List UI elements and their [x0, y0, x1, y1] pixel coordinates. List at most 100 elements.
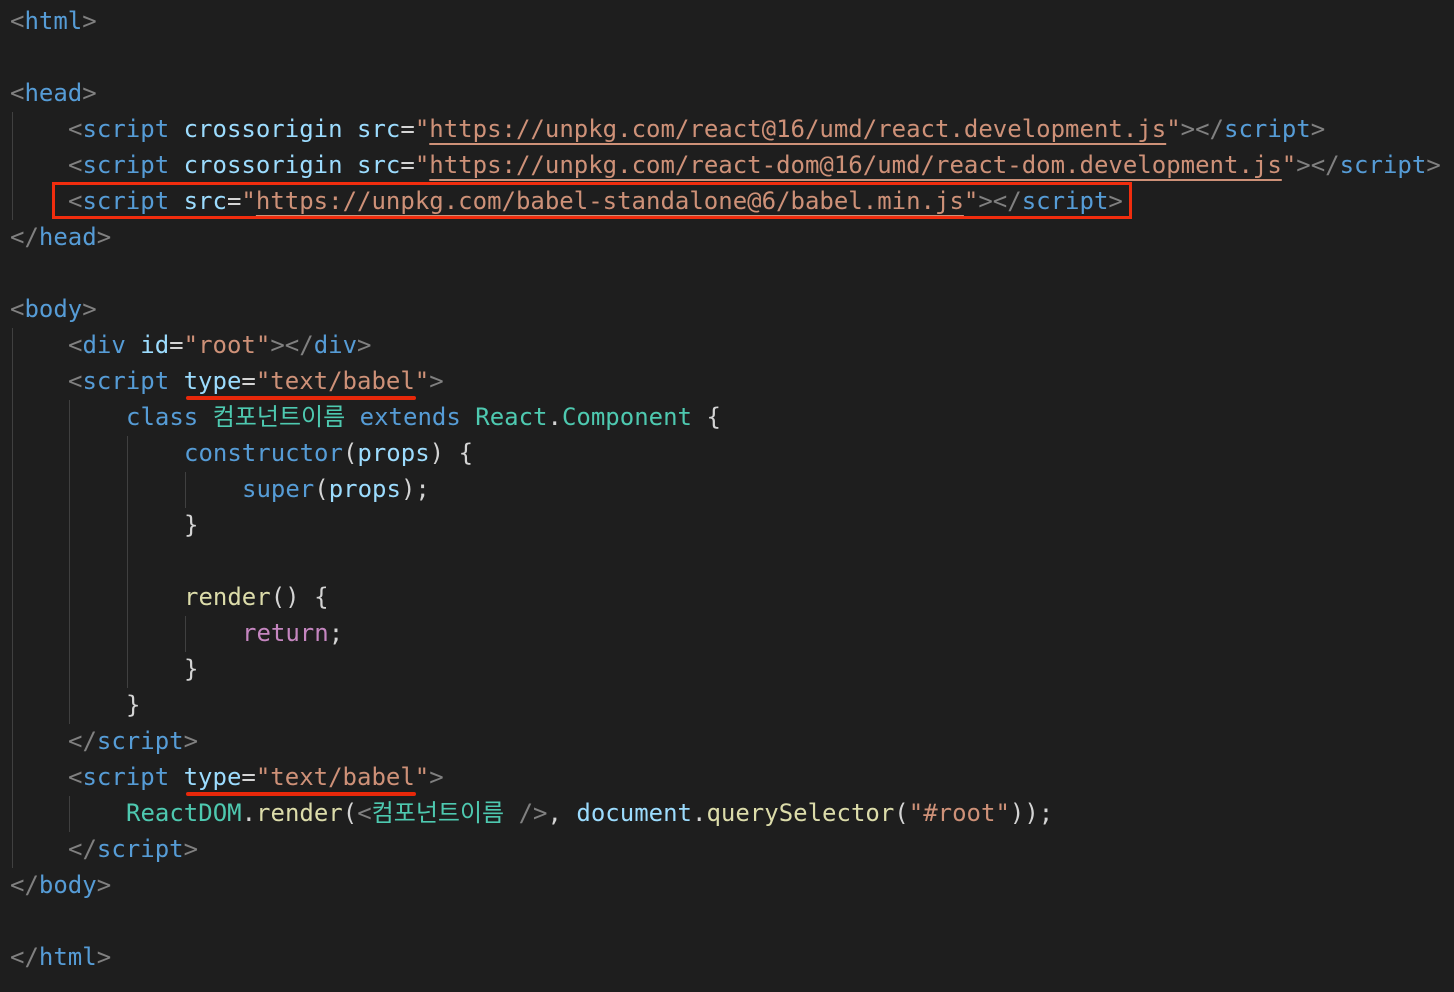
highlight-underline-type-babel-2	[186, 792, 416, 796]
token-function: render	[256, 799, 343, 827]
token-punct: >	[1108, 187, 1123, 215]
code-line-render-close: }	[184, 651, 198, 687]
token-punct: ,	[547, 799, 577, 827]
token-tag: script	[82, 151, 170, 179]
code-line-super-call: super(props);	[242, 471, 430, 507]
token-punct: >	[82, 7, 97, 35]
token-punct: }	[184, 655, 199, 683]
code-line-body-close: </body>	[10, 867, 111, 903]
indent-guide-render	[185, 616, 186, 652]
token-punct: ></	[1296, 151, 1340, 179]
token-tag: script	[82, 763, 170, 791]
indent-guide-script1	[69, 400, 70, 724]
token-string: "text/babel"	[255, 367, 430, 395]
url-link-react-dom[interactable]: https://unpkg.com/react-dom@16/umd/react…	[429, 151, 1282, 179]
token-punct: <	[357, 799, 372, 827]
token-attr: type	[183, 763, 242, 791]
token-keyword: super	[242, 475, 315, 503]
token-punct: >	[1426, 151, 1441, 179]
token-function: querySelector	[706, 799, 895, 827]
code-line-div-root: <div id="root"></div>	[68, 327, 372, 363]
highlight-underline-type-babel-1	[186, 396, 416, 400]
token-punct: >	[96, 943, 112, 971]
token-function: render	[184, 583, 271, 611]
code-line-class-close: }	[126, 687, 140, 723]
indent-guide-class	[127, 436, 128, 688]
token-punct: =	[400, 115, 415, 143]
token-punct: >	[82, 79, 97, 107]
token-attr: crossorigin	[183, 151, 343, 179]
token-quote: "	[1166, 115, 1181, 143]
token-keyword: class	[126, 403, 199, 431]
token-punct: <	[10, 7, 25, 35]
token-punct: =	[241, 367, 256, 395]
token-tag: div	[313, 331, 358, 359]
token-attr: id	[140, 331, 170, 359]
code-line-script-type-babel-2: <script type="text/babel">	[68, 759, 444, 795]
token-punct: <	[68, 187, 83, 215]
code-line-script-close-2: </script>	[68, 831, 198, 867]
token-keyword: extends	[359, 403, 461, 431]
indent-guide-script2	[69, 796, 70, 832]
token-tag: script	[1339, 151, 1427, 179]
token-punct: );	[400, 475, 430, 503]
token-punct: >	[82, 295, 97, 323]
token-tag: head	[38, 223, 97, 251]
code-line-class-declaration: class 컴포넌트이름 extends React.Component {	[126, 399, 721, 435]
token-class-name: Component	[561, 403, 692, 431]
token-punct: {	[314, 583, 329, 611]
token-tag: script	[96, 727, 184, 755]
token-punct: }	[184, 511, 199, 539]
token-punct: )	[429, 439, 445, 467]
token-punct: .	[547, 403, 562, 431]
token-punct: >	[96, 871, 112, 899]
token-string: "text/babel"	[255, 763, 430, 791]
token-punct: >	[357, 331, 372, 359]
token-punct: (	[342, 439, 358, 467]
token-punct: <	[68, 763, 83, 791]
token-punct: (	[894, 799, 909, 827]
url-link-babel[interactable]: https://unpkg.com/babel-standalone@6/bab…	[256, 187, 964, 215]
token-tag: html	[38, 943, 97, 971]
token-punct: >	[429, 367, 444, 395]
token-punct: </	[10, 871, 39, 899]
code-line-script-type-babel-1: <script type="text/babel">	[68, 363, 444, 399]
token-string: "#root"	[908, 799, 1010, 827]
token-punct: ></	[978, 187, 1022, 215]
token-param: props	[357, 439, 430, 467]
token-punct: </	[10, 223, 39, 251]
url-link-react[interactable]: https://unpkg.com/react@16/umd/react.dev…	[429, 115, 1166, 143]
indent-guide-constructor	[185, 472, 186, 508]
token-tag: body	[24, 295, 83, 323]
token-punct: =	[226, 187, 242, 215]
token-punct: />	[504, 799, 548, 827]
token-quote: "	[414, 151, 430, 179]
code-line-script-react-dom: <script crossorigin src="https://unpkg.c…	[68, 147, 1441, 183]
token-punct: ));	[1009, 799, 1054, 827]
token-jsx-tag: 컴포넌트이름	[371, 799, 505, 827]
token-punct: {	[458, 439, 474, 467]
token-punct: >	[1310, 115, 1326, 143]
code-line-constructor: constructor(props) {	[184, 435, 473, 471]
token-punct: .	[692, 799, 707, 827]
code-line-return: return;	[242, 615, 343, 651]
token-punct: <	[68, 331, 83, 359]
code-line-constructor-close: }	[184, 507, 198, 543]
token-string: "root"	[183, 331, 271, 359]
code-line-script-react: <script crossorigin src="https://unpkg.c…	[68, 111, 1325, 147]
token-punct: </	[68, 835, 97, 863]
token-variable: document	[576, 799, 692, 827]
token-punct: ;	[328, 619, 344, 647]
token-punct: <	[10, 79, 25, 107]
token-quote: "	[1281, 151, 1297, 179]
token-tag: script	[96, 835, 184, 863]
code-line-body-open: <body>	[10, 291, 97, 327]
token-punct: <	[68, 151, 83, 179]
code-line-head-close: </head>	[10, 219, 111, 255]
code-line-head-open: <head>	[10, 75, 97, 111]
token-punct: =	[400, 151, 415, 179]
code-line-render-method: render() {	[184, 579, 329, 615]
token-punct: (	[314, 475, 329, 503]
code-editor[interactable]: <html> <head> <script crossorigin src="h…	[0, 0, 1454, 992]
token-punct: .	[241, 799, 257, 827]
